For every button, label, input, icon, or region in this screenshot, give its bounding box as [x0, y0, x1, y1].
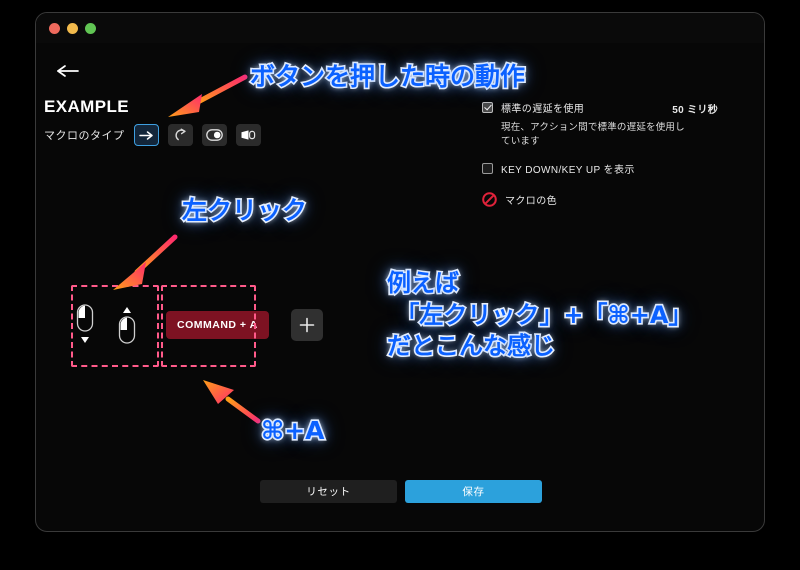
save-button[interactable]: 保存 [405, 480, 542, 503]
app-window [35, 12, 765, 532]
back-arrow-icon[interactable] [54, 61, 82, 81]
default-delay-label: 標準の遅延を使用 [501, 104, 585, 115]
macro-type-button-arrow[interactable] [133, 124, 159, 146]
screen-root: EXAMPLE マクロのタイプ 標準の遅延を使用 50 ミリ秒 現在、アクション… [0, 0, 800, 570]
options-panel: 標準の遅延を使用 50 ミリ秒 現在、アクション間で標準の遅延を使用しています … [482, 100, 732, 207]
mouse-left-click-up-icon[interactable] [110, 297, 144, 353]
delay-value: 50 ミリ秒 [672, 105, 718, 116]
default-delay-row[interactable]: 標準の遅延を使用 50 ミリ秒 [482, 100, 732, 116]
macro-type-button-mouse[interactable] [235, 124, 261, 146]
minimize-window-button[interactable] [67, 23, 78, 34]
key-events-label: KEY DOWN/KEY UP を表示 [501, 164, 635, 176]
macro-type-button-loop[interactable] [167, 124, 193, 146]
no-entry-icon [482, 191, 497, 207]
delay-description: 現在、アクション間で標準の遅延を使用しています [501, 122, 685, 147]
plus-icon [299, 317, 314, 333]
page-title: EXAMPLE [44, 97, 129, 116]
key-events-row[interactable]: KEY DOWN/KEY UP を表示 [482, 161, 732, 176]
close-window-button[interactable] [49, 23, 60, 34]
window-titlebar [36, 13, 764, 43]
action-key-group[interactable]: COMMAND + A [166, 311, 269, 339]
key-chip[interactable]: COMMAND + A [166, 311, 269, 339]
maximize-window-button[interactable] [85, 23, 96, 34]
macro-type-label: マクロのタイプ [44, 130, 125, 142]
add-action-button[interactable] [290, 309, 323, 341]
footer-buttons: リセット 保存 [260, 480, 542, 503]
macro-color-row[interactable]: マクロの色 [482, 191, 732, 207]
macro-type-button-toggle[interactable] [201, 124, 227, 146]
default-delay-checkbox[interactable] [482, 102, 493, 113]
arrow-right-icon [138, 130, 153, 140]
macro-actions-row: COMMAND + A [68, 297, 323, 353]
action-mouse-group[interactable] [68, 297, 144, 353]
mouse-left-click-down-icon[interactable] [68, 297, 102, 353]
reset-button[interactable]: リセット [260, 480, 397, 503]
macro-color-label: マクロの色 [505, 195, 557, 207]
key-events-checkbox[interactable] [482, 162, 493, 174]
loop-arrow-icon [174, 128, 186, 141]
macro-type-row: マクロのタイプ [44, 124, 261, 146]
toggle-switch-icon [205, 129, 223, 141]
mouse-hand-icon [241, 130, 256, 140]
